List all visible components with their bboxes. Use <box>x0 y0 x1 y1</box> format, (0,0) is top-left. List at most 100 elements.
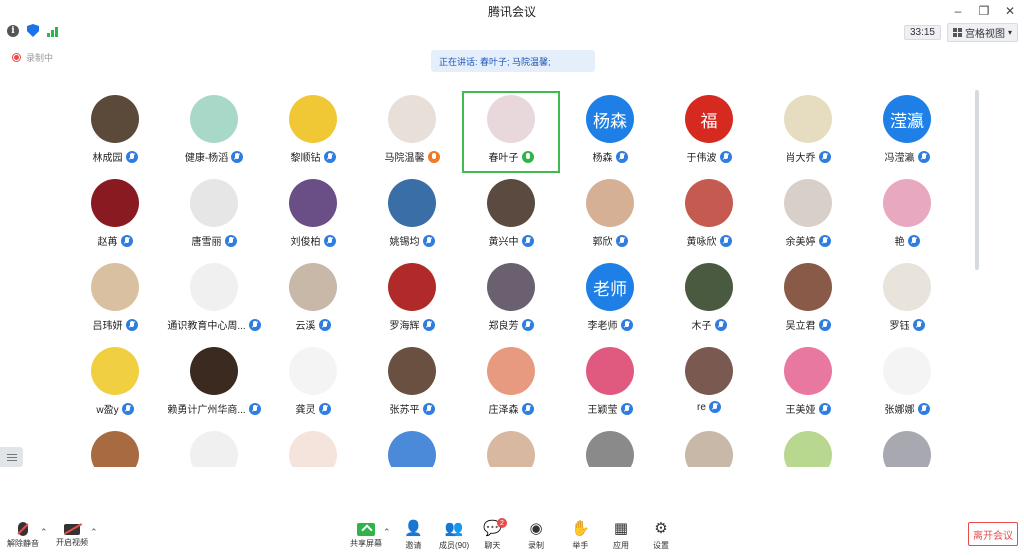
participant-tile[interactable]: 罗海辉 <box>363 259 461 341</box>
participant-tile[interactable] <box>561 427 659 467</box>
host-icon <box>427 150 440 163</box>
share-options-caret[interactable]: ⌃ <box>383 527 391 538</box>
participant-tile[interactable] <box>66 427 164 467</box>
mic-muted-icon <box>714 318 727 331</box>
participant-tile[interactable] <box>858 427 946 467</box>
participant-name-row: 刘俊柏 <box>264 233 362 248</box>
participant-tile[interactable]: 庄泽森 <box>462 343 560 425</box>
avatar <box>91 431 139 467</box>
participant-name: 张娜娜 <box>884 405 915 416</box>
avatar <box>388 431 436 467</box>
participant-tile[interactable]: 杨森 杨森 <box>561 91 659 173</box>
avatar <box>388 179 436 227</box>
invite-button[interactable]: 👤 邀请 <box>404 520 423 551</box>
participant-tile[interactable]: 云溪 <box>264 259 362 341</box>
participant-tile[interactable] <box>165 427 263 467</box>
participant-tile[interactable]: 黄兴中 <box>462 175 560 257</box>
apps-button[interactable]: ▦ 应用 <box>613 520 629 551</box>
leave-meeting-label: 离开会议 <box>973 530 1013 542</box>
recording-indicator[interactable]: 录制中 <box>12 51 53 64</box>
start-video-button[interactable]: 开启视频 <box>56 520 88 548</box>
shield-icon[interactable] <box>27 24 39 37</box>
participant-tile[interactable]: 赖勇计广州华商... <box>165 343 263 425</box>
participant-tile[interactable]: 罗钰 <box>858 259 946 341</box>
record-button[interactable]: ◉ 录制 <box>528 520 544 551</box>
participant-tile[interactable]: w盈y <box>66 343 164 425</box>
avatar <box>190 431 238 467</box>
participant-tile[interactable]: 姚锡均 <box>363 175 461 257</box>
leave-meeting-button[interactable]: 离开会议 <box>968 522 1018 546</box>
participant-tile[interactable]: 滢瀛 冯滢瀛 <box>858 91 946 173</box>
avatar <box>487 263 535 311</box>
participant-tile[interactable]: 春叶子 <box>462 91 560 173</box>
participant-tile[interactable]: 黄咏欣 <box>660 175 758 257</box>
restore-icon[interactable]: ❐ <box>976 3 992 19</box>
avatar <box>289 431 337 467</box>
participant-list-toggle[interactable] <box>0 447 23 467</box>
participant-tile[interactable]: 肖大乔 <box>759 91 857 173</box>
grid-scrollbar[interactable] <box>975 90 979 270</box>
participant-name: 王颖莹 <box>587 405 618 416</box>
participant-tile[interactable]: 艳 <box>858 175 946 257</box>
participant-tile[interactable]: 通识教育中心周... <box>165 259 263 341</box>
unmute-button[interactable]: 解除静音 <box>7 520 39 549</box>
participant-tile[interactable]: 马院温馨 <box>363 91 461 173</box>
share-screen-button[interactable]: 共享屏幕 <box>350 520 382 549</box>
avatar <box>190 179 238 227</box>
gear-icon: ⚙ <box>654 520 668 537</box>
participant-tile[interactable]: 林成园 <box>66 91 164 173</box>
participant-name: 刘俊柏 <box>290 237 321 248</box>
participant-tile[interactable]: 赵苒 <box>66 175 164 257</box>
signal-icon[interactable] <box>47 25 58 37</box>
participant-tile[interactable] <box>660 427 758 467</box>
participant-name: 赵苒 <box>97 237 118 248</box>
minimize-icon[interactable]: – <box>950 3 966 19</box>
participant-tile[interactable]: 龚灵 <box>264 343 362 425</box>
chat-label: 聊天 <box>484 541 501 550</box>
participant-tile[interactable]: 刘俊柏 <box>264 175 362 257</box>
members-label: 成员(90) <box>439 541 470 550</box>
participant-tile[interactable]: 黎顺钻 <box>264 91 362 173</box>
participant-tile[interactable]: 张娜娜 <box>858 343 946 425</box>
raise-hand-button[interactable]: ✋ 举手 <box>571 520 590 551</box>
camera-off-icon <box>64 524 80 535</box>
video-options-caret[interactable]: ⌃ <box>90 527 98 538</box>
participant-name-row: 李老师 <box>561 317 659 332</box>
close-icon[interactable]: ✕ <box>1002 3 1018 19</box>
members-button[interactable]: 👥 成员(90) <box>439 520 469 551</box>
participant-name-row: 郑良芳 <box>462 317 560 332</box>
participant-tile[interactable]: 郭欣 <box>561 175 659 257</box>
participant-name: 张苏平 <box>389 405 420 416</box>
participant-name-row: 郭欣 <box>561 233 659 248</box>
participant-tile[interactable]: 郑良芳 <box>462 259 560 341</box>
participant-tile[interactable] <box>264 427 362 467</box>
participant-tile[interactable] <box>363 427 461 467</box>
avatar <box>190 263 238 311</box>
settings-button[interactable]: ⚙ 设置 <box>653 520 669 551</box>
participant-tile[interactable]: 王美娅 <box>759 343 857 425</box>
participant-name-row: 冯滢瀛 <box>858 149 946 164</box>
participant-tile[interactable]: 张苏平 <box>363 343 461 425</box>
info-icon[interactable]: i <box>7 24 19 37</box>
speaking-banner: 正在讲话: 春叶子; 马院温馨; <box>431 50 595 72</box>
avatar <box>388 95 436 143</box>
participant-tile[interactable]: 木子 <box>660 259 758 341</box>
participant-tile[interactable]: 老师 李老师 <box>561 259 659 341</box>
participant-tile[interactable]: 健康-杨滔 <box>165 91 263 173</box>
participant-tile[interactable]: 唐雪丽 <box>165 175 263 257</box>
participant-tile[interactable]: 吴立君 <box>759 259 857 341</box>
view-mode-button[interactable]: 宫格视图 ▾ <box>946 23 1018 42</box>
chat-button[interactable]: 💬 2 聊天 <box>483 518 507 551</box>
participant-tile[interactable]: 福于伟波 <box>660 91 758 173</box>
record-label: 录制 <box>528 541 544 550</box>
participant-tile[interactable] <box>759 427 857 467</box>
participant-name: 罗钰 <box>889 321 910 332</box>
raise-hand-label: 举手 <box>572 541 589 550</box>
mic-muted-icon <box>422 402 435 415</box>
participant-tile[interactable] <box>462 427 560 467</box>
audio-options-caret[interactable]: ⌃ <box>40 527 48 538</box>
participant-tile[interactable]: 吕玮妍 <box>66 259 164 341</box>
participant-tile[interactable]: 王颖莹 <box>561 343 659 425</box>
participant-tile[interactable]: re <box>660 343 758 425</box>
participant-tile[interactable]: 余美婷 <box>759 175 857 257</box>
